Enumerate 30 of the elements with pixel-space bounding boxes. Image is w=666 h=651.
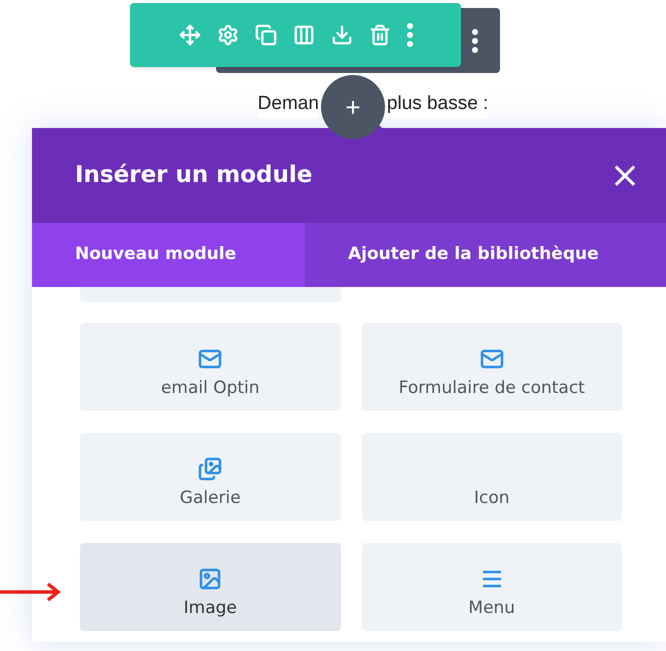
module-tile[interactable]: Menu — [362, 543, 622, 631]
download-icon — [330, 24, 352, 46]
module-tile[interactable]: Galerie — [80, 433, 340, 521]
module-tile[interactable]: email Optin — [80, 323, 340, 411]
trash-icon — [368, 24, 390, 46]
image-icon — [198, 566, 222, 590]
duplicate-button[interactable] — [254, 24, 276, 46]
duplicate-icon — [254, 24, 276, 46]
trash-button[interactable] — [368, 24, 390, 46]
move-icon — [178, 24, 200, 46]
columns-button[interactable] — [292, 24, 314, 46]
gallery-icon — [198, 456, 222, 480]
tab[interactable]: Ajouter de la bibliothèque — [305, 223, 666, 287]
module-tile[interactable] — [80, 287, 341, 302]
arrow-icon — [0, 582, 62, 602]
columns-icon — [292, 24, 314, 46]
more-icon — [406, 23, 412, 47]
download-button[interactable] — [330, 24, 352, 46]
settings-button[interactable] — [216, 24, 238, 46]
dialog-title: Insérer un module — [75, 161, 312, 190]
add-module-button[interactable]: + — [320, 75, 385, 139]
tab[interactable]: Nouveau module — [32, 223, 305, 287]
module-tile[interactable]: Icon — [362, 433, 622, 521]
more-button[interactable] — [472, 28, 478, 52]
module-tile[interactable]: Formulaire de contact — [362, 323, 622, 411]
move-button[interactable] — [178, 24, 200, 46]
close-button[interactable]: × — [610, 158, 640, 194]
settings-icon — [216, 24, 238, 46]
module-tile[interactable]: Image — [80, 543, 340, 631]
more-icon — [472, 28, 478, 52]
